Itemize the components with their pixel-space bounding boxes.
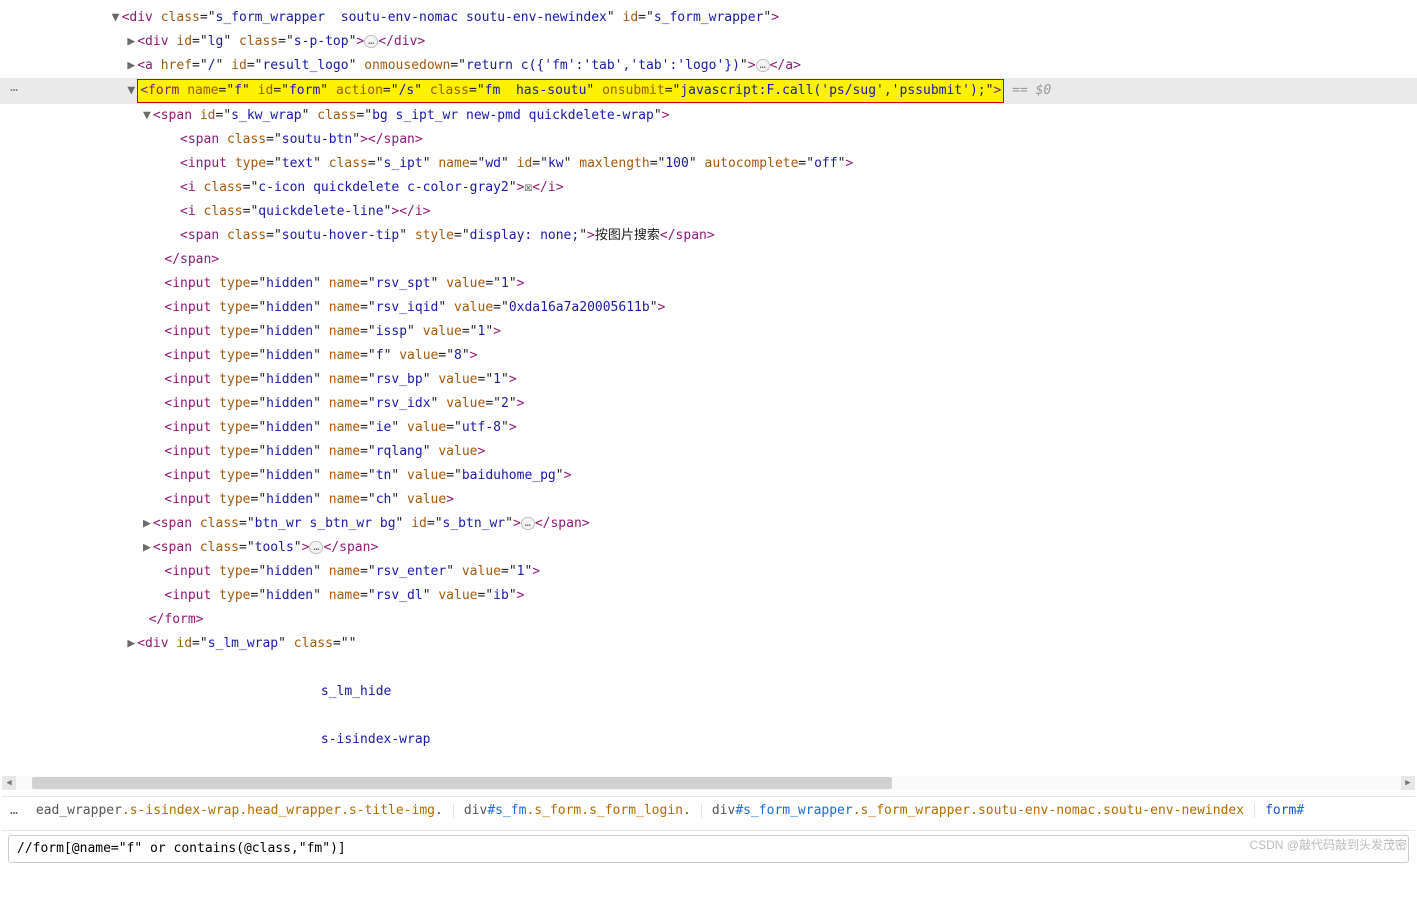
breadcrumb-overflow-icon[interactable]: … <box>2 803 26 818</box>
scroll-track[interactable] <box>16 776 1401 790</box>
dom-tree-line[interactable]: </form> <box>0 608 1417 632</box>
dom-tree-line[interactable]: ▶<span class="btn_wr s_btn_wr bg" id="s_… <box>0 512 1417 536</box>
dom-tree-line[interactable]: <input type="hidden" name="rsv_spt" valu… <box>0 272 1417 296</box>
dom-tree-line[interactable]: ▶<span class="tools">…</span> <box>0 536 1417 560</box>
dom-tree-line[interactable]: <input type="hidden" name="issp" value="… <box>0 320 1417 344</box>
dom-tree-line[interactable]: <input type="hidden" name="tn" value="ba… <box>0 464 1417 488</box>
dom-tree-line[interactable] <box>0 656 1417 680</box>
dom-tree-line[interactable] <box>0 704 1417 728</box>
dev-selected-suffix: == $0 <box>1004 83 1051 98</box>
dom-tree-line[interactable]: <span class="soutu-hover-tip" style="dis… <box>0 224 1417 248</box>
breadcrumb-item[interactable]: div#s_form_wrapper.s_form_wrapper.soutu-… <box>701 803 1254 818</box>
collapse-icon[interactable]: ▶ <box>125 633 137 655</box>
horizontal-scrollbar[interactable]: ◀ ▶ <box>2 776 1415 790</box>
dom-tree-line[interactable]: <span class="soutu-btn"></span> <box>0 128 1417 152</box>
collapse-icon[interactable]: ▶ <box>141 537 153 559</box>
scroll-right-icon[interactable]: ▶ <box>1401 776 1415 790</box>
breadcrumb-item[interactable]: form# <box>1254 803 1314 818</box>
gutter-overflow-icon: … <box>0 80 28 95</box>
expand-icon[interactable]: ▼ <box>125 80 137 102</box>
dom-tree-line[interactable]: <input type="hidden" name="rsv_bp" value… <box>0 368 1417 392</box>
elements-search-bar <box>2 830 1415 866</box>
expand-icon[interactable]: ▼ <box>110 7 122 29</box>
scroll-left-icon[interactable]: ◀ <box>2 776 16 790</box>
dom-tree-line[interactable]: ▼<form name="f" id="form" action="/s" cl… <box>0 78 1417 104</box>
dom-tree-line[interactable]: ▶<div id="lg" class="s-p-top">…</div> <box>0 30 1417 54</box>
dom-tree-line[interactable]: <input type="hidden" name="rsv_dl" value… <box>0 584 1417 608</box>
dom-tree-line[interactable]: </span> <box>0 248 1417 272</box>
dom-tree-line[interactable]: ▼<span id="s_kw_wrap" class="bg s_ipt_wr… <box>0 104 1417 128</box>
expand-icon[interactable]: ▼ <box>141 105 153 127</box>
dom-tree-line[interactable]: <input type="hidden" name="rsv_enter" va… <box>0 560 1417 584</box>
breadcrumb-item[interactable]: div#s_fm.s_form.s_form_login. <box>453 803 701 818</box>
search-input[interactable] <box>8 835 1409 863</box>
dom-tree-line[interactable]: <input type="hidden" name="rsv_idx" valu… <box>0 392 1417 416</box>
highlighted-node[interactable]: <form name="f" id="form" action="/s" cla… <box>137 79 1004 103</box>
collapsed-children-icon[interactable]: … <box>364 35 378 48</box>
collapse-icon[interactable]: ▶ <box>125 55 137 77</box>
dom-tree-line[interactable]: ▶<div id="s_lm_wrap" class="" <box>0 632 1417 656</box>
dom-tree-line[interactable]: s_lm_hide <box>0 680 1417 704</box>
breadcrumb-item[interactable]: ead_wrapper.s-isindex-wrap.head_wrapper.… <box>26 803 453 818</box>
collapse-icon[interactable]: ▶ <box>125 31 137 53</box>
collapse-icon[interactable]: ▶ <box>141 513 153 535</box>
dom-tree-line[interactable]: <i class="c-icon quickdelete c-color-gra… <box>0 176 1417 200</box>
dom-tree-line[interactable]: <input type="text" class="s_ipt" name="w… <box>0 152 1417 176</box>
dom-tree-line[interactable]: <input type="hidden" name="rqlang" value… <box>0 440 1417 464</box>
dom-tree-line[interactable]: s-isindex-wrap <box>0 728 1417 752</box>
collapsed-children-icon[interactable]: … <box>756 59 770 72</box>
dom-tree-line[interactable]: <input type="hidden" name="f" value="8"> <box>0 344 1417 368</box>
dom-tree-line[interactable]: <input type="hidden" name="rsv_iqid" val… <box>0 296 1417 320</box>
collapsed-children-icon[interactable]: … <box>521 517 535 530</box>
scroll-thumb[interactable] <box>32 777 892 789</box>
dom-tree-line[interactable]: <i class="quickdelete-line"></i> <box>0 200 1417 224</box>
breadcrumb: … ead_wrapper.s-isindex-wrap.head_wrappe… <box>2 796 1415 824</box>
dom-tree-line[interactable]: <input type="hidden" name="ie" value="ut… <box>0 416 1417 440</box>
dom-tree-line[interactable]: ▶<a href="/" id="result_logo" onmousedow… <box>0 54 1417 78</box>
dom-tree[interactable]: ▼<div class="s_form_wrapper soutu-env-no… <box>0 0 1417 770</box>
dom-tree-line[interactable]: <input type="hidden" name="ch" value> <box>0 488 1417 512</box>
dom-tree-line[interactable]: ▼<div class="s_form_wrapper soutu-env-no… <box>0 6 1417 30</box>
collapsed-children-icon[interactable]: … <box>309 541 323 554</box>
